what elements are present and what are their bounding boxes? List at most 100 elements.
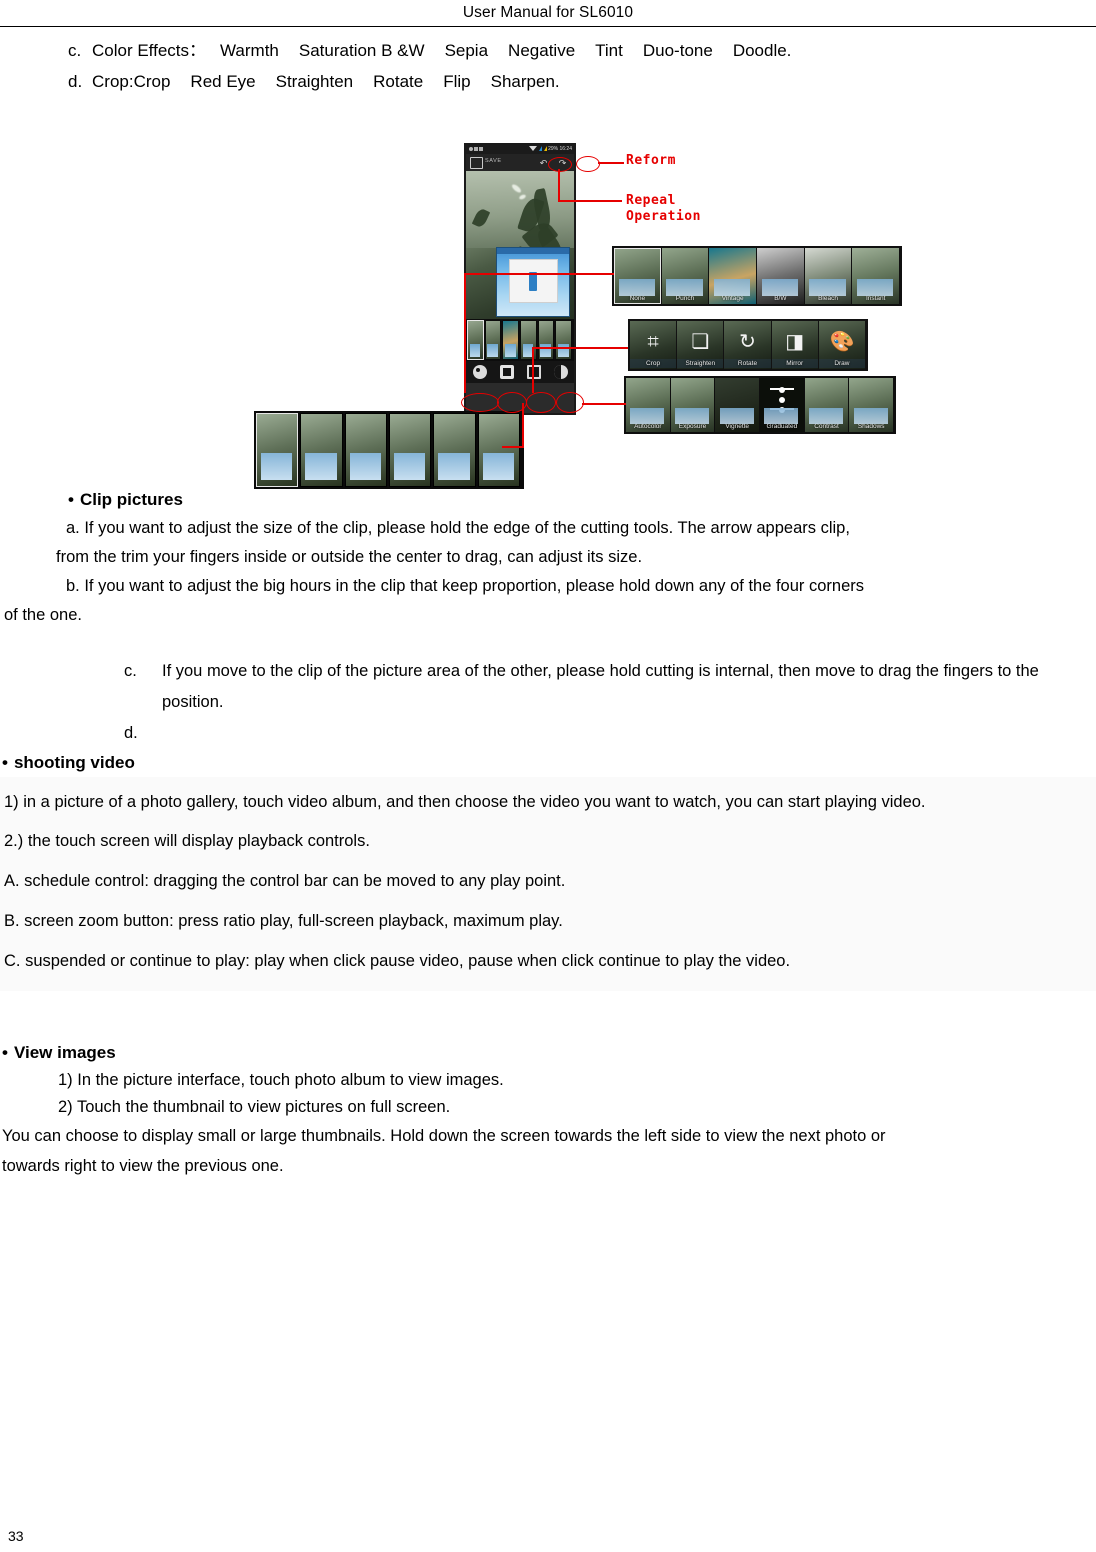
leader-line-reform — [598, 162, 624, 164]
tool-cell-straighten[interactable]: ❏ Straighten — [677, 321, 724, 369]
sim-icon — [479, 146, 483, 151]
list-c-item-3: Negative — [508, 41, 576, 60]
leader-line-repeal-v — [558, 169, 560, 201]
clip-item-c: c. If you move to the clip of the pictur… — [124, 656, 1082, 718]
wifi-icon — [529, 146, 538, 152]
spacer-clip — [14, 630, 1082, 656]
save-icon[interactable] — [470, 157, 483, 169]
annotation-reform: Reform — [626, 153, 676, 168]
filter-thumb-3[interactable] — [520, 320, 537, 360]
spacer-view-images — [14, 991, 1082, 1039]
filter-thumb-1[interactable] — [484, 320, 502, 360]
annotation-ellipse-adjust — [556, 392, 584, 413]
tool-label-2: Rotate — [724, 359, 771, 368]
tool-cell-rotate[interactable]: ↻ Rotate — [724, 321, 771, 369]
filter-thumb-4[interactable] — [537, 320, 555, 360]
adjust-label-5: Shadows — [857, 423, 885, 430]
status-right-icons: 29% 16:24 — [528, 145, 572, 154]
adjust-cell-1[interactable]: Exposure — [670, 378, 715, 432]
mirror-tool-icon: ◨ — [785, 330, 805, 353]
bullet-icon: • — [68, 490, 74, 509]
photo-editor-screenshot: 29% 16:24 SAVE ↶ ↷ None Punch Vintage B/… — [236, 131, 908, 489]
gallery-thumb-0[interactable] — [256, 413, 299, 487]
filter-cell-5[interactable]: Instant — [852, 248, 900, 304]
clip-a-line1: a. If you want to adjust the size of the… — [66, 519, 850, 537]
gallery-thumb-2[interactable] — [344, 413, 387, 487]
filter-thumb-5[interactable] — [555, 320, 573, 360]
filter-label-3: B/W — [774, 295, 787, 302]
phone-filter-strip — [466, 319, 574, 361]
shooting-line-1: 2.) the touch screen will display playba… — [4, 832, 370, 850]
clip-item-c-label: c. — [124, 662, 137, 680]
adjust-label-1: Exposure — [678, 423, 707, 430]
list-c-item-4: Tint — [595, 41, 623, 60]
list-c-item-5: Duo-tone — [642, 41, 713, 60]
gallery-thumb-1[interactable] — [300, 413, 343, 487]
list-c-item-6: Doodle. — [732, 41, 792, 60]
annotation-ellipse-redo — [576, 156, 600, 172]
heading-view-images-label: View images — [13, 1043, 116, 1062]
filter-label-4: Bleach — [818, 295, 838, 302]
adjust-icon[interactable] — [553, 365, 568, 379]
tool-cell-draw[interactable]: 🎨 Draw — [818, 321, 866, 369]
filter-label-5: Instant — [865, 295, 886, 302]
tool-cell-mirror[interactable]: ◨ Mirror — [771, 321, 818, 369]
filter-panel-callout: None Punch Vintage B/W Bleach Instant — [612, 246, 902, 306]
filter-cell-0[interactable]: None — [614, 248, 661, 304]
clip-item-d-label: d. — [124, 724, 138, 742]
adjust-cell-4[interactable]: Contrast — [804, 378, 849, 432]
adjust-cell-2[interactable]: Vignette — [715, 378, 760, 432]
page-number: 33 — [8, 1528, 24, 1544]
filter-cell-1[interactable]: Punch — [661, 248, 709, 304]
rotate-tool-icon: ↻ — [739, 330, 756, 353]
filter-cell-4[interactable]: Bleach — [804, 248, 852, 304]
list-d-item-2: Rotate — [373, 72, 424, 91]
filter-label-2: Vintage — [721, 295, 744, 302]
shooting-line-3: B. screen zoom button: press ratio play,… — [4, 912, 563, 930]
view-images-para-line1: You can choose to display small or large… — [2, 1127, 886, 1145]
list-d-item-0: Red Eye — [190, 72, 256, 91]
page-header-title: User Manual for SL6010 — [462, 4, 634, 21]
leader-line-adjust — [582, 403, 626, 405]
manual-page: User Manual for SL6010 c. Color Effects： W… — [0, 0, 1096, 1552]
adjust-label-2: Vignette — [725, 423, 750, 430]
tool-label-3: Mirror — [771, 359, 818, 368]
crop-tool-icon: ⌗ — [647, 330, 659, 353]
adjust-label-3: Graduated — [766, 423, 798, 430]
phone-bottom-toolbar — [466, 361, 574, 383]
shooting-video-block: 1) in a picture of a photo gallery, touc… — [0, 777, 1096, 991]
adjust-cell-5[interactable]: Shadows — [849, 378, 894, 432]
adjust-cell-0[interactable]: Autocolor — [626, 378, 670, 432]
gallery-thumb-5[interactable] — [477, 413, 520, 487]
list-c-item-1: Saturation B &W — [298, 41, 425, 60]
adjust-panel-callout: Autocolor Exposure Vignette Graduated Co… — [624, 376, 896, 434]
heading-view-images: • View images — [2, 1039, 1082, 1067]
filter-cell-2[interactable]: Vintage — [709, 248, 757, 304]
view-images-para-line2: towards right to view the previous one. — [2, 1157, 284, 1175]
signal-1-icon — [539, 146, 543, 152]
battery-percent: 29% — [548, 146, 559, 152]
gallery-thumb-3[interactable] — [388, 413, 432, 487]
filter-thumb-0[interactable] — [467, 320, 484, 360]
leader-line-tools-v — [532, 347, 534, 393]
graduated-slider-icon — [769, 384, 795, 414]
adjust-cell-3[interactable]: Graduated — [760, 378, 804, 432]
clip-a-line2: from the trim your fingers inside or out… — [56, 548, 643, 566]
tool-label-1: Straighten — [677, 359, 724, 368]
list-item-c: c. Color Effects： Warmth Saturation B &W Sep… — [68, 35, 1082, 66]
filters-icon[interactable] — [472, 365, 487, 379]
list-item-d: d. Crop:Crop Red Eye Straighten Rotate Flip Sh… — [68, 66, 1082, 97]
gallery-thumb-4[interactable] — [433, 413, 476, 487]
heading-shooting-video-label: shooting video — [13, 753, 135, 772]
tool-cell-crop[interactable]: ⌗ Crop — [630, 321, 677, 369]
leader-line-gallery-v — [522, 403, 524, 447]
frames-icon[interactable] — [499, 365, 514, 379]
view-images-item-1: 1) In the picture interface, touch photo… — [58, 1071, 504, 1089]
page-header: User Manual for SL6010 — [0, 0, 1096, 23]
filter-cell-3[interactable]: B/W — [757, 248, 804, 304]
filter-thumb-2[interactable] — [502, 320, 520, 360]
clip-item-d: d. — [124, 718, 1082, 749]
header-divider — [0, 26, 1096, 27]
annotation-ellipse-undo — [548, 157, 572, 172]
page-body: c. Color Effects： Warmth Saturation B &W Sep… — [0, 35, 1096, 777]
